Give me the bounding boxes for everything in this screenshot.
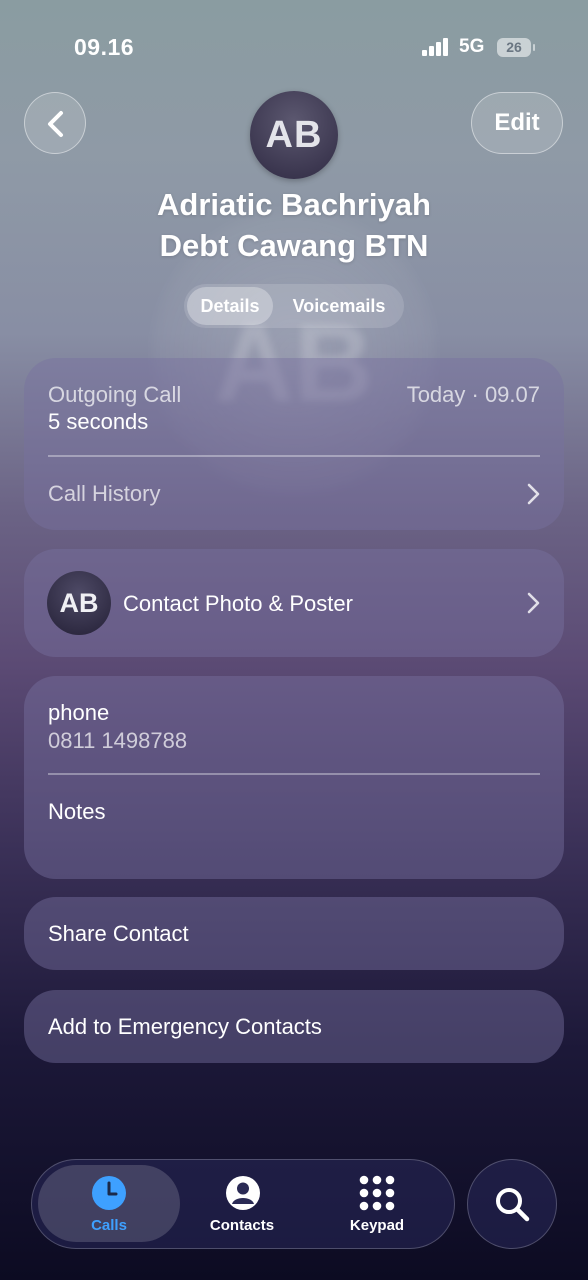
contact-name-line2: Debt Cawang BTN xyxy=(159,228,429,263)
status-time: 09.16 xyxy=(74,34,135,60)
tab-keypad-label: Keypad xyxy=(349,1217,405,1234)
contact-photo-label: Contact Photo & Poster xyxy=(123,591,353,616)
add-emergency-contact-label: Add to Emergency Contacts xyxy=(48,1014,322,1039)
contact-name-line1: Adriatic Bachriyah xyxy=(157,187,431,222)
signal-icon xyxy=(422,38,450,56)
details-voicemails-segment: Details Voicemails xyxy=(184,284,404,328)
edit-button[interactable]: Edit xyxy=(471,92,563,154)
tab-keypad[interactable]: Keypad xyxy=(322,1160,432,1247)
status-bar: 09.16 5G 26 xyxy=(0,0,588,90)
search-icon xyxy=(496,1188,530,1222)
phone-number: 0811 1498788 xyxy=(48,728,188,753)
clock-icon xyxy=(92,1176,126,1210)
chevron-left-icon xyxy=(48,111,63,137)
person-circle-icon xyxy=(226,1176,260,1210)
battery-level: 26 xyxy=(506,39,522,55)
network-type: 5G xyxy=(459,36,485,57)
share-contact-button[interactable]: Share Contact xyxy=(24,897,564,970)
phone-label: phone xyxy=(48,700,110,725)
tab-contacts[interactable]: Contacts xyxy=(187,1160,297,1247)
contact-name: Adriatic Bachriyah Debt Cawang BTN xyxy=(0,184,588,266)
tab-contacts-label: Contacts xyxy=(209,1217,275,1234)
notes-row[interactable]: Notes xyxy=(24,775,564,879)
call-timestamp: Today · 09.07 xyxy=(406,382,540,407)
battery-icon: 26 xyxy=(497,38,535,57)
recent-call-card: Outgoing Call 5 seconds Today · 09.07 Ca… xyxy=(24,358,564,530)
call-type: Outgoing Call xyxy=(48,382,182,407)
notes-label: Notes xyxy=(48,799,106,824)
segment-details[interactable]: Details xyxy=(187,287,273,325)
add-emergency-contact-button[interactable]: Add to Emergency Contacts xyxy=(24,990,564,1063)
back-button[interactable] xyxy=(24,92,86,154)
keypad-icon xyxy=(359,1175,395,1211)
segment-voicemails[interactable]: Voicemails xyxy=(280,284,398,328)
contact-avatar[interactable]: AB xyxy=(250,91,338,179)
tab-bar: Calls Contacts Keypad xyxy=(31,1159,455,1249)
contact-info-card: phone 0811 1498788 Notes xyxy=(24,676,564,879)
search-button[interactable] xyxy=(467,1159,557,1249)
call-duration: 5 seconds xyxy=(48,409,149,434)
chevron-right-icon xyxy=(527,592,540,614)
contact-photo-avatar: AB xyxy=(47,571,111,635)
tab-calls-label: Calls xyxy=(91,1217,127,1234)
phone-row[interactable]: phone 0811 1498788 xyxy=(24,676,564,773)
call-history-label: Call History xyxy=(48,481,161,506)
chevron-right-icon xyxy=(527,483,540,505)
contact-photo-poster-row[interactable]: AB Contact Photo & Poster xyxy=(24,549,564,657)
call-history-row[interactable]: Call History xyxy=(24,457,564,530)
tab-calls[interactable]: Calls xyxy=(38,1165,180,1242)
share-contact-label: Share Contact xyxy=(48,921,189,946)
